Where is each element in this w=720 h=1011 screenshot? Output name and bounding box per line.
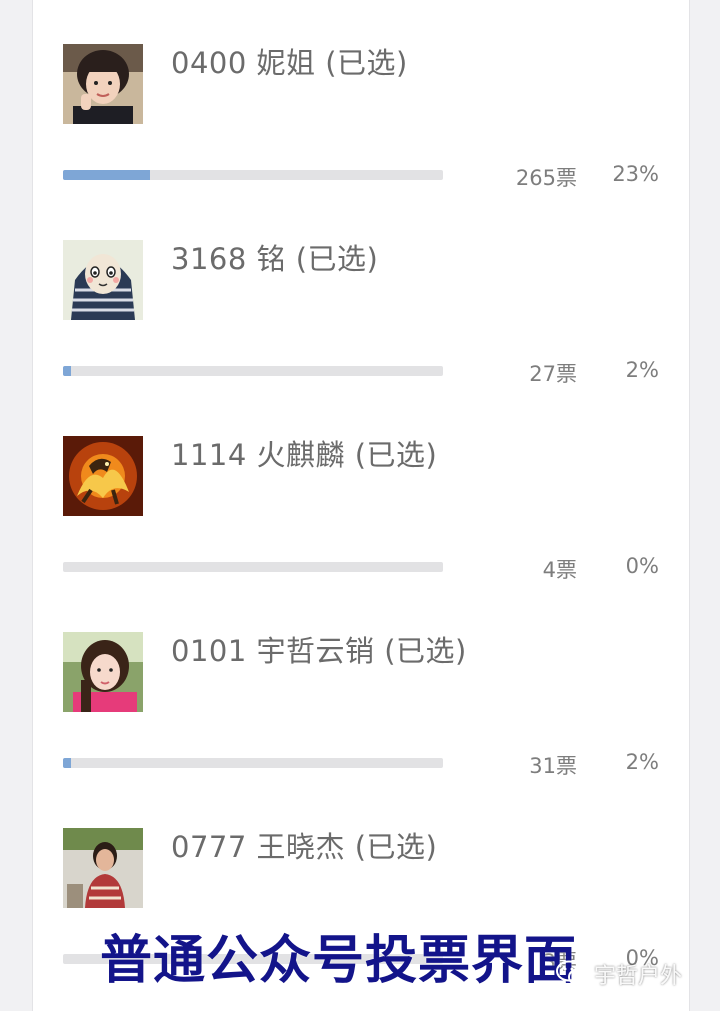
vote-percent: 0% (625, 554, 659, 578)
vote-results-card: 0400 妮姐 (已选) 265票 23% 3168 铭 (已选) 27票 2%… (32, 0, 690, 1011)
avatar (63, 240, 143, 320)
vote-count: 265票 (515, 166, 577, 190)
vote-percent: 23% (612, 162, 659, 186)
vote-progress-fill (63, 366, 71, 376)
avatar (63, 632, 143, 712)
avatar (63, 828, 143, 908)
vote-count: 4票 (542, 558, 577, 582)
vote-progress-bar (63, 366, 443, 376)
vote-percent: 2% (625, 358, 659, 382)
vote-progress-bar (63, 170, 443, 180)
watermark-text: 宇哲户外 (594, 964, 683, 989)
vote-count: 27票 (529, 362, 577, 386)
vote-progress-bar (63, 758, 443, 768)
option-label: 3168 铭 (已选) (171, 242, 379, 276)
option-label: 0400 妮姐 (已选) (171, 46, 408, 80)
option-label: 0101 宇哲云销 (已选) (171, 634, 467, 668)
vote-progress-fill (63, 758, 71, 768)
wechat-icon (556, 960, 590, 988)
vote-option[interactable]: 0101 宇哲云销 (已选) 31票 2% (33, 588, 689, 784)
watermark: 宇哲户外 (556, 958, 682, 990)
vote-progress-fill (63, 170, 151, 180)
option-label: 1114 火麒麟 (已选) (171, 438, 438, 472)
vote-progress-bar (63, 562, 443, 572)
vote-percent: 2% (625, 750, 659, 774)
vote-option[interactable]: 3168 铭 (已选) 27票 2% (33, 196, 689, 392)
vote-count: 31票 (529, 754, 577, 778)
avatar (63, 436, 143, 516)
vote-option[interactable]: 1114 火麒麟 (已选) 4票 0% (33, 392, 689, 588)
option-label: 0777 王晓杰 (已选) (171, 830, 438, 864)
avatar (63, 44, 143, 124)
overlay-banner-text: 普通公众号投票界面 (100, 931, 578, 991)
vote-option[interactable]: 0400 妮姐 (已选) 265票 23% (33, 0, 689, 196)
